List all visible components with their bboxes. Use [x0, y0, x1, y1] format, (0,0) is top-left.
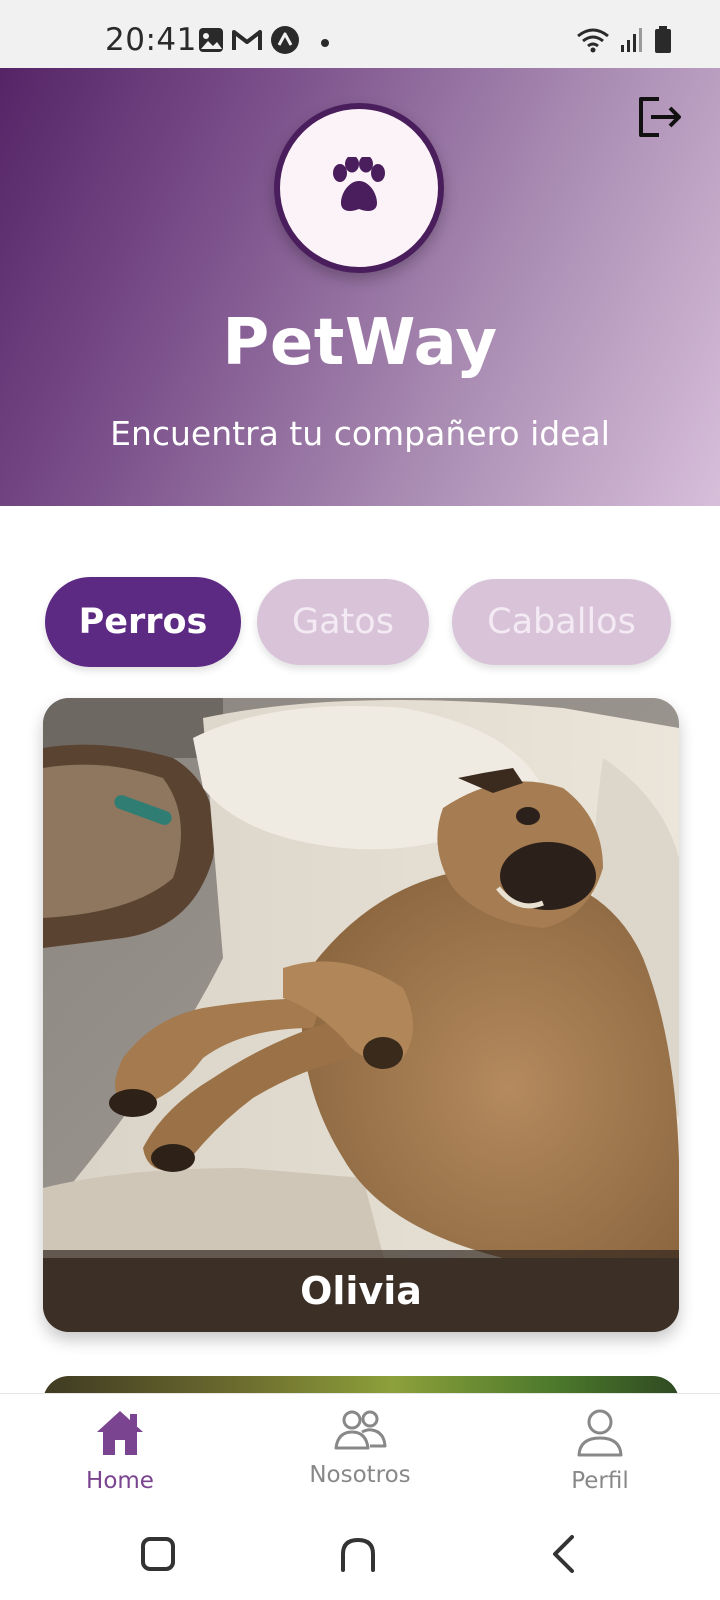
status-bar: 20:41 [0, 0, 720, 68]
recent-apps-icon [140, 1536, 176, 1576]
back-button[interactable] [535, 1528, 591, 1584]
tab-caballos[interactable]: Caballos [452, 579, 671, 665]
status-system-icons [576, 26, 672, 58]
back-icon [548, 1534, 578, 1578]
home-gesture-icon [339, 1536, 377, 1576]
recent-apps-button[interactable] [130, 1528, 186, 1584]
bottom-nav: Home Nosotros Perfil [0, 1393, 720, 1508]
tab-gatos[interactable]: Gatos [257, 579, 429, 665]
app-logo [274, 103, 444, 273]
app-subtitle: Encuentra tu compañero ideal [110, 414, 610, 453]
pet-name-bar: Olivia [43, 1250, 679, 1332]
dot-icon [320, 33, 330, 52]
pet-name: Olivia [300, 1269, 422, 1313]
app-icon [270, 25, 300, 59]
gallery-icon [198, 27, 224, 57]
nav-item-perfil[interactable]: Perfil [510, 1408, 690, 1503]
home-icon [94, 1408, 146, 1462]
paw-icon [327, 155, 391, 219]
status-time: 20:41 [105, 22, 197, 58]
gmail-icon [232, 28, 262, 56]
system-home-button[interactable] [330, 1528, 386, 1584]
status-notification-icons [198, 25, 330, 59]
nav-item-home[interactable]: Home [30, 1408, 210, 1503]
system-nav-bar [0, 1508, 720, 1600]
people-icon [332, 1408, 388, 1456]
category-tabs: Perros Gatos Caballos [45, 577, 675, 667]
user-icon [576, 1408, 624, 1462]
nav-label-home: Home [86, 1468, 154, 1494]
logout-button[interactable] [636, 96, 684, 142]
nav-label-nosotros: Nosotros [309, 1462, 411, 1488]
tab-perros[interactable]: Perros [45, 577, 241, 667]
app-title: PetWay [222, 306, 498, 380]
logout-icon [637, 96, 683, 142]
nav-item-nosotros[interactable]: Nosotros [270, 1408, 450, 1503]
signal-icon [620, 27, 644, 57]
wifi-icon [576, 26, 610, 58]
nav-label-perfil: Perfil [571, 1468, 629, 1494]
battery-icon [654, 26, 672, 58]
header-banner: PetWay Encuentra tu compañero ideal [0, 68, 720, 506]
pet-card[interactable]: Olivia [43, 698, 679, 1332]
pet-photo [43, 698, 679, 1332]
